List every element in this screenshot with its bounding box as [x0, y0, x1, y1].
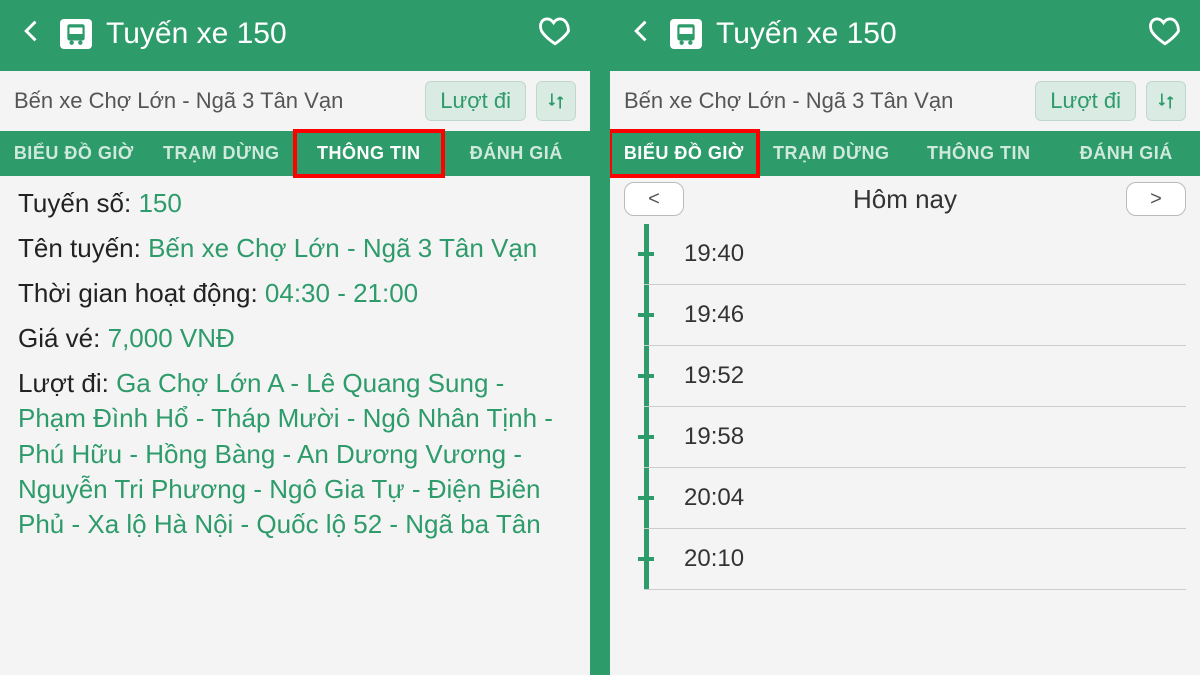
fare-value: 7,000 VNĐ: [108, 323, 235, 353]
tab-info[interactable]: THÔNG TIN: [295, 131, 443, 176]
info-content: Tuyến số: 150 Tên tuyến: Bến xe Chợ Lớn …: [0, 176, 590, 675]
phone-left: Tuyến xe 150 Bến xe Chợ Lớn - Ngã 3 Tân …: [0, 0, 590, 675]
tabs: BIỂU ĐỒ GIỜ TRẠM DỪNG THÔNG TIN ĐÁNH GIÁ: [0, 131, 590, 176]
topbar: Tuyến xe 150: [610, 0, 1200, 71]
day-nav: < Hôm nay >: [610, 176, 1200, 218]
route-name-label: Tên tuyến:: [18, 233, 141, 263]
favorite-icon[interactable]: [1148, 14, 1182, 53]
tab-schedule[interactable]: BIỂU ĐỒ GIỜ: [0, 131, 148, 176]
phone-right: Tuyến xe 150 Bến xe Chợ Lớn - Ngã 3 Tân …: [610, 0, 1200, 675]
route-no-value: 150: [138, 188, 181, 218]
route-row: Bến xe Chợ Lớn - Ngã 3 Tân Vạn Lượt đi: [0, 71, 590, 131]
time-item[interactable]: 19:52: [644, 346, 1186, 407]
direction-button[interactable]: Lượt đi: [425, 81, 526, 121]
bus-icon: [60, 19, 92, 49]
route-name-value: Bến xe Chợ Lớn - Ngã 3 Tân Vạn: [148, 233, 537, 263]
time-item[interactable]: 20:10: [644, 529, 1186, 590]
page-title: Tuyến xe 150: [106, 17, 524, 51]
favorite-icon[interactable]: [538, 14, 572, 53]
route-name: Bến xe Chợ Lớn - Ngã 3 Tân Vạn: [624, 88, 1025, 114]
time-item[interactable]: 19:46: [644, 285, 1186, 346]
tab-reviews[interactable]: ĐÁNH GIÁ: [1053, 131, 1200, 176]
tab-reviews[interactable]: ĐÁNH GIÁ: [443, 131, 591, 176]
page-title: Tuyến xe 150: [716, 17, 1134, 51]
route-name: Bến xe Chợ Lớn - Ngã 3 Tân Vạn: [14, 88, 415, 114]
time-item[interactable]: 19:40: [644, 224, 1186, 285]
time-item[interactable]: 19:58: [644, 407, 1186, 468]
swap-direction-icon[interactable]: [536, 81, 576, 121]
fare-label: Giá vé:: [18, 323, 100, 353]
time-item[interactable]: 20:04: [644, 468, 1186, 529]
tab-info[interactable]: THÔNG TIN: [905, 131, 1053, 176]
hours-label: Thời gian hoạt động:: [18, 278, 258, 308]
timeline: 19:40 19:46 19:52 19:58 20:04 20:10: [644, 224, 1186, 590]
route-row: Bến xe Chợ Lớn - Ngã 3 Tân Vạn Lượt đi: [610, 71, 1200, 131]
back-icon[interactable]: [18, 17, 46, 50]
back-icon[interactable]: [628, 17, 656, 50]
schedule-content: 19:40 19:46 19:52 19:58 20:04 20:10: [610, 218, 1200, 675]
prev-day-button[interactable]: <: [624, 182, 684, 216]
topbar: Tuyến xe 150: [0, 0, 590, 71]
hours-value: 04:30 - 21:00: [265, 278, 418, 308]
swap-direction-icon[interactable]: [1146, 81, 1186, 121]
tabs: BIỂU ĐỒ GIỜ TRẠM DỪNG THÔNG TIN ĐÁNH GIÁ: [610, 131, 1200, 176]
direction-button[interactable]: Lượt đi: [1035, 81, 1136, 121]
tab-schedule[interactable]: BIỂU ĐỒ GIỜ: [610, 131, 758, 176]
go-label: Lượt đi:: [18, 368, 109, 398]
tab-stops[interactable]: TRẠM DỪNG: [758, 131, 906, 176]
next-day-button[interactable]: >: [1126, 182, 1186, 216]
bus-icon: [670, 19, 702, 49]
day-label: Hôm nay: [694, 184, 1116, 215]
tab-stops[interactable]: TRẠM DỪNG: [148, 131, 296, 176]
route-no-label: Tuyến số:: [18, 188, 131, 218]
